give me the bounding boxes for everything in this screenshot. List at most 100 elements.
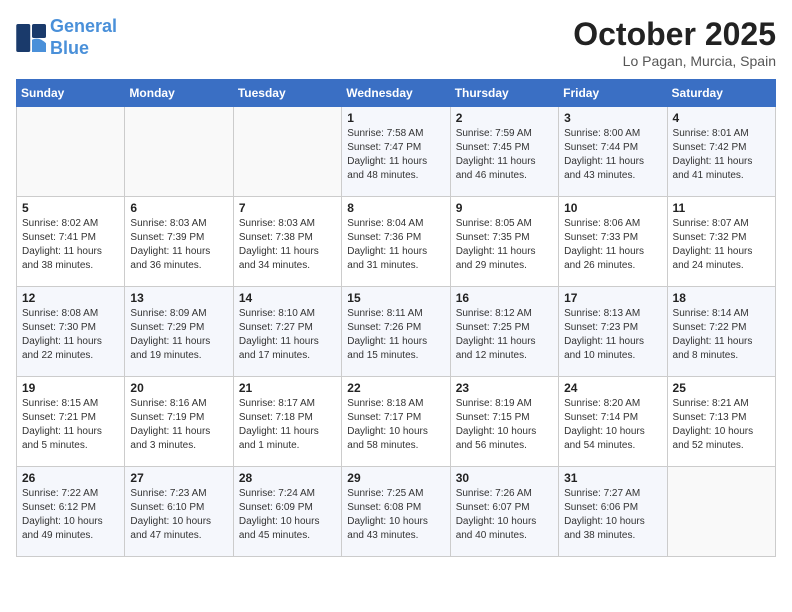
page-header: General Blue October 2025 Lo Pagan, Murc… (16, 16, 776, 69)
calendar-day-cell: 13 Sunrise: 8:09 AM Sunset: 7:29 PM Dayli… (125, 287, 233, 377)
calendar-week-row: 19 Sunrise: 8:15 AM Sunset: 7:21 PM Dayli… (17, 377, 776, 467)
weekday-header-row: SundayMondayTuesdayWednesdayThursdayFrid… (17, 80, 776, 107)
day-info: Sunrise: 8:12 AM Sunset: 7:25 PM Dayligh… (456, 307, 553, 363)
calendar-day-cell: 20Sunrise: 8:16 AM Sunset: 7:19 PM Dayli… (125, 377, 233, 467)
calendar-day-cell: 23Sunrise: 8:19 AM Sunset: 7:15 PM Dayli… (450, 377, 558, 467)
calendar-week-row: 5 Sunrise: 8:02 AM Sunset: 7:41 PM Daylig… (17, 197, 776, 287)
weekday-header: Sunday (17, 80, 125, 107)
calendar-day-cell: 29 Sunrise: 7:25 AM Sunset: 6:08 PM Dayli… (342, 467, 450, 557)
calendar-day-cell: 6 Sunrise: 8:03 AM Sunset: 7:39 PM Daylig… (125, 197, 233, 287)
day-info: Sunrise: 7:59 AM Sunset: 7:45 PM Dayligh… (456, 127, 553, 183)
calendar-day-cell: 10 Sunrise: 8:06 AM Sunset: 7:33 PM Dayli… (559, 197, 667, 287)
day-number: 19 (22, 381, 119, 395)
calendar-table: SundayMondayTuesdayWednesdayThursdayFrid… (16, 79, 776, 557)
logo: General Blue (16, 16, 117, 59)
calendar-day-cell: 26Sunrise: 7:22 AM Sunset: 6:12 PM Dayli… (17, 467, 125, 557)
day-number: 21 (239, 381, 336, 395)
calendar-week-row: 1 Sunrise: 7:58 AM Sunset: 7:47 PM Daylig… (17, 107, 776, 197)
calendar-day-cell (17, 107, 125, 197)
day-number: 6 (130, 201, 227, 215)
calendar-day-cell: 19 Sunrise: 8:15 AM Sunset: 7:21 PM Dayli… (17, 377, 125, 467)
day-info: Sunrise: 7:27 AM Sunset: 6:06 PM Dayligh… (564, 487, 661, 543)
day-number: 27 (130, 471, 227, 485)
logo-icon (16, 24, 48, 52)
calendar-day-cell: 2Sunrise: 7:59 AM Sunset: 7:45 PM Daylig… (450, 107, 558, 197)
calendar-day-cell: 3 Sunrise: 8:00 AM Sunset: 7:44 PM Daylig… (559, 107, 667, 197)
weekday-header: Tuesday (233, 80, 341, 107)
weekday-header: Thursday (450, 80, 558, 107)
day-info: Sunrise: 8:03 AM Sunset: 7:38 PM Dayligh… (239, 217, 336, 273)
day-info: Sunrise: 8:17 AM Sunset: 7:18 PM Dayligh… (239, 397, 336, 453)
day-number: 9 (456, 201, 553, 215)
title-block: October 2025 Lo Pagan, Murcia, Spain (573, 16, 776, 69)
calendar-day-cell: 12 Sunrise: 8:08 AM Sunset: 7:30 PM Dayli… (17, 287, 125, 377)
day-number: 13 (130, 291, 227, 305)
day-number: 12 (22, 291, 119, 305)
day-number: 24 (564, 381, 661, 395)
weekday-header: Monday (125, 80, 233, 107)
day-info: Sunrise: 7:24 AM Sunset: 6:09 PM Dayligh… (239, 487, 336, 543)
calendar-day-cell (233, 107, 341, 197)
day-info: Sunrise: 8:13 AM Sunset: 7:23 PM Dayligh… (564, 307, 661, 363)
calendar-day-cell: 28Sunrise: 7:24 AM Sunset: 6:09 PM Dayli… (233, 467, 341, 557)
day-number: 22 (347, 381, 444, 395)
calendar-day-cell: 22Sunrise: 8:18 AM Sunset: 7:17 PM Dayli… (342, 377, 450, 467)
calendar-day-cell: 17Sunrise: 8:13 AM Sunset: 7:23 PM Dayli… (559, 287, 667, 377)
calendar-day-cell: 8 Sunrise: 8:04 AM Sunset: 7:36 PM Daylig… (342, 197, 450, 287)
day-number: 8 (347, 201, 444, 215)
day-info: Sunrise: 8:06 AM Sunset: 7:33 PM Dayligh… (564, 217, 661, 273)
calendar-week-row: 26Sunrise: 7:22 AM Sunset: 6:12 PM Dayli… (17, 467, 776, 557)
day-number: 30 (456, 471, 553, 485)
day-info: Sunrise: 8:07 AM Sunset: 7:32 PM Dayligh… (673, 217, 770, 273)
day-number: 29 (347, 471, 444, 485)
day-info: Sunrise: 8:15 AM Sunset: 7:21 PM Dayligh… (22, 397, 119, 453)
calendar-day-cell: 25 Sunrise: 8:21 AM Sunset: 7:13 PM Dayli… (667, 377, 775, 467)
day-info: Sunrise: 7:23 AM Sunset: 6:10 PM Dayligh… (130, 487, 227, 543)
day-info: Sunrise: 8:04 AM Sunset: 7:36 PM Dayligh… (347, 217, 444, 273)
weekday-header: Wednesday (342, 80, 450, 107)
calendar-day-cell: 5 Sunrise: 8:02 AM Sunset: 7:41 PM Daylig… (17, 197, 125, 287)
day-info: Sunrise: 7:26 AM Sunset: 6:07 PM Dayligh… (456, 487, 553, 543)
weekday-header: Saturday (667, 80, 775, 107)
calendar-day-cell: 4Sunrise: 8:01 AM Sunset: 7:42 PM Daylig… (667, 107, 775, 197)
day-info: Sunrise: 7:58 AM Sunset: 7:47 PM Dayligh… (347, 127, 444, 183)
day-number: 16 (456, 291, 553, 305)
day-number: 18 (673, 291, 770, 305)
day-info: Sunrise: 8:02 AM Sunset: 7:41 PM Dayligh… (22, 217, 119, 273)
day-number: 11 (673, 201, 770, 215)
calendar-day-cell: 14 Sunrise: 8:10 AM Sunset: 7:27 PM Dayli… (233, 287, 341, 377)
calendar-day-cell: 31 Sunrise: 7:27 AM Sunset: 6:06 PM Dayli… (559, 467, 667, 557)
day-number: 4 (673, 111, 770, 125)
day-number: 10 (564, 201, 661, 215)
day-info: Sunrise: 8:09 AM Sunset: 7:29 PM Dayligh… (130, 307, 227, 363)
calendar-day-cell (125, 107, 233, 197)
day-number: 3 (564, 111, 661, 125)
day-number: 5 (22, 201, 119, 215)
day-number: 14 (239, 291, 336, 305)
calendar-day-cell: 27 Sunrise: 7:23 AM Sunset: 6:10 PM Dayli… (125, 467, 233, 557)
calendar-day-cell: 1 Sunrise: 7:58 AM Sunset: 7:47 PM Daylig… (342, 107, 450, 197)
calendar-day-cell: 15Sunrise: 8:11 AM Sunset: 7:26 PM Dayli… (342, 287, 450, 377)
day-info: Sunrise: 8:00 AM Sunset: 7:44 PM Dayligh… (564, 127, 661, 183)
day-info: Sunrise: 8:08 AM Sunset: 7:30 PM Dayligh… (22, 307, 119, 363)
day-info: Sunrise: 8:16 AM Sunset: 7:19 PM Dayligh… (130, 397, 227, 453)
calendar-day-cell: 21 Sunrise: 8:17 AM Sunset: 7:18 PM Dayli… (233, 377, 341, 467)
calendar-day-cell: 11 Sunrise: 8:07 AM Sunset: 7:32 PM Dayli… (667, 197, 775, 287)
day-info: Sunrise: 7:22 AM Sunset: 6:12 PM Dayligh… (22, 487, 119, 543)
day-number: 1 (347, 111, 444, 125)
weekday-header: Friday (559, 80, 667, 107)
day-number: 31 (564, 471, 661, 485)
day-info: Sunrise: 8:03 AM Sunset: 7:39 PM Dayligh… (130, 217, 227, 273)
day-info: Sunrise: 8:10 AM Sunset: 7:27 PM Dayligh… (239, 307, 336, 363)
calendar-day-cell: 16 Sunrise: 8:12 AM Sunset: 7:25 PM Dayli… (450, 287, 558, 377)
calendar-day-cell: 30 Sunrise: 7:26 AM Sunset: 6:07 PM Dayli… (450, 467, 558, 557)
day-info: Sunrise: 7:25 AM Sunset: 6:08 PM Dayligh… (347, 487, 444, 543)
day-number: 25 (673, 381, 770, 395)
day-info: Sunrise: 8:14 AM Sunset: 7:22 PM Dayligh… (673, 307, 770, 363)
calendar-day-cell: 24Sunrise: 8:20 AM Sunset: 7:14 PM Dayli… (559, 377, 667, 467)
day-info: Sunrise: 8:21 AM Sunset: 7:13 PM Dayligh… (673, 397, 770, 453)
location: Lo Pagan, Murcia, Spain (573, 53, 776, 69)
logo-text: General Blue (50, 16, 117, 59)
day-number: 7 (239, 201, 336, 215)
day-info: Sunrise: 8:11 AM Sunset: 7:26 PM Dayligh… (347, 307, 444, 363)
